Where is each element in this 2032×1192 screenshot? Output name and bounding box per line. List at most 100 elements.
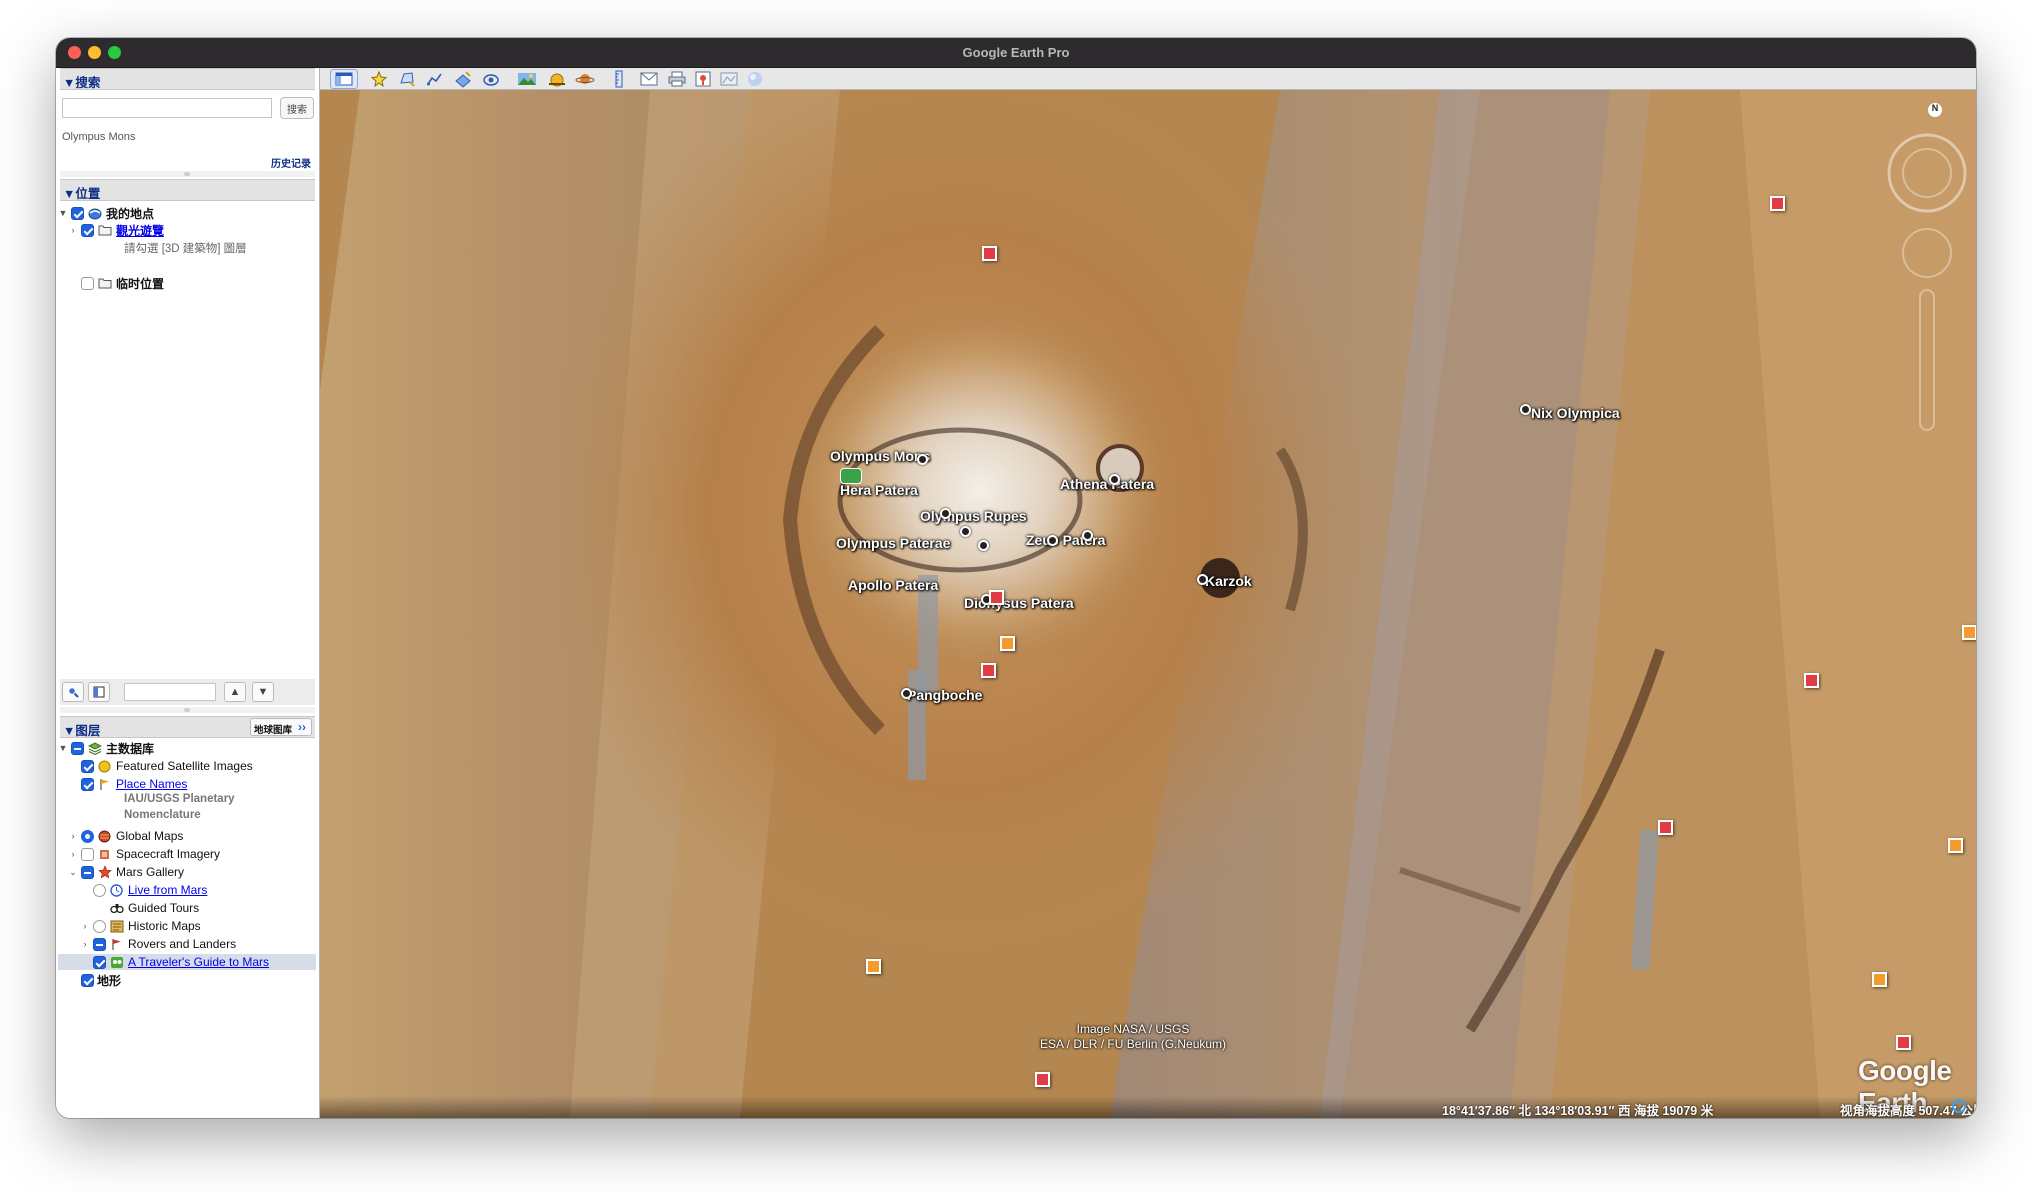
map-label[interactable]: Karzok [1205, 573, 1252, 589]
layer-row-primary-db[interactable]: ▼ 主数据库 [58, 740, 154, 756]
tree-row-tour[interactable]: › 觀光遊覽 [68, 222, 164, 238]
chevron-down-icon[interactable]: ▼ [58, 208, 68, 218]
search-input[interactable] [62, 98, 272, 118]
crater-marker-icon[interactable] [1047, 535, 1058, 546]
save-image-button[interactable] [692, 69, 714, 89]
layer-radio[interactable] [93, 919, 106, 933]
layer-row-place-names[interactable]: Place Names [68, 776, 187, 792]
map-label[interactable]: Hera Patera [840, 482, 918, 498]
travelers-guide-icon[interactable] [840, 468, 862, 484]
red-placemark-icon[interactable] [981, 663, 996, 678]
earth-gallery-button[interactable]: 地球图库 ›› [250, 718, 312, 736]
move-up-button[interactable]: ▲ [224, 682, 246, 702]
map-label[interactable]: Olympus Rupes [920, 508, 1027, 524]
map-label[interactable]: Apollo Patera [848, 577, 938, 593]
chevron-right-icon[interactable]: › [68, 831, 78, 841]
map-label[interactable]: Athena Patera [1060, 476, 1154, 492]
panel-splitter[interactable] [60, 707, 315, 713]
layer-checkbox[interactable] [81, 759, 94, 773]
map-label[interactable]: Nix Olympica [1531, 405, 1620, 421]
layer-radio[interactable] [93, 883, 106, 897]
layer-row-terrain[interactable]: 地形 [68, 972, 121, 988]
layer-row-mars-gallery[interactable]: ⌄ Mars Gallery [68, 864, 184, 880]
red-placemark-icon[interactable] [989, 590, 1004, 605]
map-label[interactable]: Pangboche [907, 687, 982, 703]
map-label[interactable]: Zeus Patera [1026, 532, 1105, 548]
map-view[interactable]: N Olympus Mons Hera Patera Athena Patera… [320, 90, 1976, 1118]
layer-row-global-maps[interactable]: › Global Maps [68, 828, 184, 844]
search-result-item[interactable]: Olympus Mons [62, 131, 135, 143]
map-label[interactable]: Olympus Paterae [836, 535, 950, 551]
crater-marker-icon[interactable] [940, 508, 951, 519]
crater-marker-icon[interactable] [978, 540, 989, 551]
chevron-right-icon[interactable]: › [80, 939, 90, 949]
email-button[interactable] [638, 69, 660, 89]
layer-row-rovers[interactable]: › Rovers and Landers [80, 936, 237, 952]
red-placemark-icon[interactable] [982, 246, 997, 261]
layer-checkbox[interactable] [81, 865, 94, 879]
crater-marker-icon[interactable] [960, 526, 971, 537]
sidebar-toggle-button[interactable] [330, 69, 358, 89]
red-placemark-icon[interactable] [1658, 820, 1673, 835]
layers-panel-header[interactable]: ▼图层 地球图库 ›› [60, 716, 315, 738]
search-panel-header[interactable]: ▼搜索 [60, 68, 315, 90]
crater-marker-icon[interactable] [901, 688, 912, 699]
history-link[interactable]: 历史记录 [271, 155, 311, 170]
layer-checkbox[interactable] [81, 973, 94, 987]
ruler-button[interactable] [608, 69, 630, 89]
temp-places-checkbox[interactable] [81, 276, 94, 290]
orange-placemark-icon[interactable] [1872, 972, 1887, 987]
places-panel-header[interactable]: ▼位置 [60, 179, 315, 201]
print-button[interactable] [666, 69, 688, 89]
record-tour-button[interactable] [480, 69, 502, 89]
search-places-button[interactable] [62, 682, 84, 702]
tour-checkbox[interactable] [81, 223, 94, 237]
red-placemark-icon[interactable] [1896, 1035, 1911, 1050]
layer-label[interactable]: Place Names [116, 777, 187, 791]
add-overlay-button[interactable] [452, 69, 474, 89]
planets-button[interactable] [574, 69, 596, 89]
layer-checkbox[interactable] [93, 955, 106, 969]
search-button[interactable]: 搜索 [280, 97, 314, 119]
layer-label[interactable]: Live from Mars [128, 883, 207, 897]
panel-splitter[interactable] [60, 171, 315, 177]
layer-row-live-from-mars[interactable]: Live from Mars [80, 882, 207, 898]
layer-checkbox[interactable] [81, 777, 94, 791]
move-down-button[interactable]: ▼ [252, 682, 274, 702]
map-label[interactable]: Olympus Mons [830, 448, 930, 464]
layer-row-guided-tours[interactable]: Guided Tours [80, 900, 199, 916]
layer-checkbox[interactable] [81, 847, 94, 861]
chevron-down-icon[interactable]: ⌄ [68, 867, 78, 878]
chevron-down-icon[interactable]: ▼ [58, 743, 68, 753]
my-places-checkbox[interactable] [71, 206, 84, 220]
crater-marker-icon[interactable] [1109, 474, 1120, 485]
layer-checkbox[interactable] [93, 937, 106, 951]
show-sidebar-button[interactable] [88, 682, 110, 702]
view-in-maps-button[interactable] [718, 69, 740, 89]
layer-label[interactable]: A Traveler's Guide to Mars [128, 955, 269, 969]
layer-row-historic-maps[interactable]: › Historic Maps [80, 918, 201, 934]
crater-marker-icon[interactable] [917, 454, 928, 465]
chevron-right-icon[interactable]: › [80, 921, 90, 931]
sunlight-button[interactable] [546, 69, 568, 89]
red-placemark-icon[interactable] [1770, 196, 1785, 211]
add-path-button[interactable] [424, 69, 446, 89]
add-placemark-button[interactable] [368, 69, 390, 89]
orange-placemark-icon[interactable] [1948, 838, 1963, 853]
crater-marker-icon[interactable] [1520, 404, 1531, 415]
sky-button[interactable] [744, 69, 766, 89]
places-filter-field[interactable] [124, 683, 216, 701]
crater-marker-icon[interactable] [1082, 530, 1093, 541]
historical-imagery-button[interactable] [516, 69, 538, 89]
chevron-right-icon[interactable]: › [68, 849, 78, 859]
layer-checkbox[interactable] [71, 741, 84, 755]
orange-placemark-icon[interactable] [1000, 636, 1015, 651]
north-compass-icon[interactable]: N [1928, 103, 1942, 117]
red-placemark-icon[interactable] [1804, 673, 1819, 688]
layer-row-featured[interactable]: Featured Satellite Images [68, 758, 253, 774]
crater-marker-icon[interactable] [1197, 574, 1208, 585]
add-polygon-button[interactable] [396, 69, 418, 89]
layer-row-travelers-guide[interactable]: A Traveler's Guide to Mars [58, 954, 316, 970]
orange-placemark-icon[interactable] [866, 959, 881, 974]
orange-placemark-icon[interactable] [1962, 625, 1976, 640]
